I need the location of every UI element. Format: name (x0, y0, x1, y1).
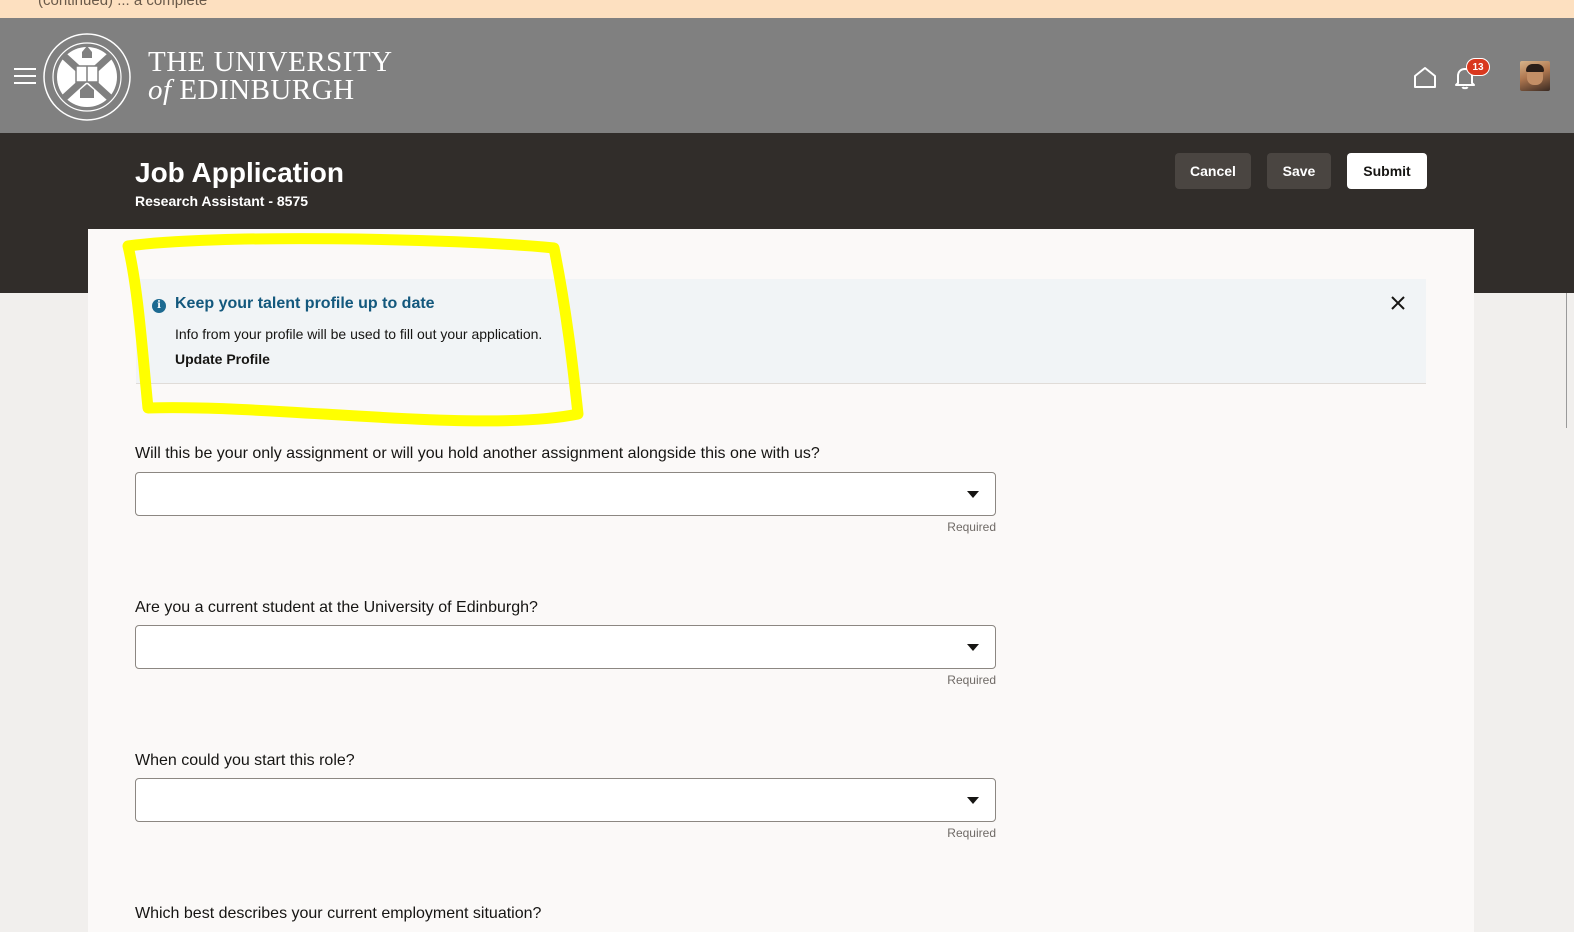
required-hint: Required (947, 826, 996, 840)
top-strip-text: (continued) ... a complete (38, 0, 208, 9)
chevron-down-icon (967, 491, 979, 498)
scrollbar-edge[interactable] (1566, 293, 1567, 428)
university-name-line2: EDINBURGH (179, 74, 355, 106)
required-hint: Required (947, 673, 996, 687)
page-title: Job Application (135, 157, 344, 188)
application-form-card: i Keep your talent profile up to date In… (88, 229, 1474, 932)
chevron-down-icon (967, 797, 979, 804)
university-name-of: of (148, 74, 172, 106)
chevron-down-icon (967, 644, 979, 651)
submit-button[interactable]: Submit (1347, 153, 1427, 189)
save-button[interactable]: Save (1267, 153, 1331, 189)
info-banner-text: Info from your profile will be used to f… (175, 326, 543, 342)
talent-profile-info-banner: i Keep your talent profile up to date In… (136, 279, 1426, 384)
start-date-select[interactable] (135, 778, 996, 822)
job-requisition-subtitle: Research Assistant - 8575 (135, 193, 309, 209)
update-profile-link[interactable]: Update Profile (175, 351, 270, 367)
assignment-select[interactable] (135, 472, 996, 516)
home-icon[interactable] (1411, 63, 1439, 91)
info-icon: i (152, 299, 166, 313)
user-avatar[interactable] (1520, 61, 1550, 91)
current-student-select[interactable] (135, 625, 996, 669)
question-label-employment: Which best describes your current employ… (135, 905, 542, 922)
required-hint: Required (947, 520, 996, 534)
hamburger-menu-icon[interactable] (14, 68, 36, 84)
university-name: THE UNIVERSITY of EDINBURGH (148, 46, 393, 106)
notification-count-badge: 13 (1466, 58, 1490, 76)
question-label-start-date: When could you start this role? (135, 752, 355, 769)
info-banner-title: Keep your talent profile up to date (175, 295, 435, 312)
university-name-line1: THE UNIVERSITY (148, 46, 393, 78)
cancel-button[interactable]: Cancel (1175, 153, 1251, 189)
question-label-assignment: Will this be your only assignment or wil… (135, 445, 820, 462)
browser-top-strip: (continued) ... a complete (0, 0, 1574, 18)
university-crest-logo (43, 33, 131, 121)
close-icon[interactable] (1388, 293, 1408, 313)
university-header: THE UNIVERSITY of EDINBURGH 13 (0, 18, 1574, 133)
question-label-student: Are you a current student at the Univers… (135, 599, 538, 616)
